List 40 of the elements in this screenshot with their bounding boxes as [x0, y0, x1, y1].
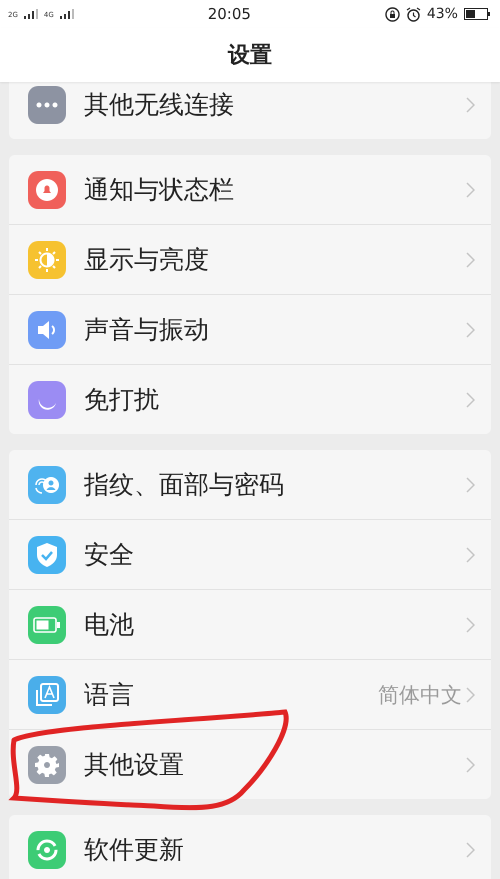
setting-label[interactable]: 其他设置: [84, 748, 466, 781]
more-icon: [28, 86, 66, 124]
language-icon: [28, 676, 66, 714]
chevron-icon: [466, 96, 475, 112]
setting-label[interactable]: 语言: [84, 678, 378, 711]
setting-label[interactable]: 其他无线连接: [84, 88, 466, 121]
speaker-icon: [28, 310, 66, 348]
clock-time: 20:05: [208, 5, 251, 23]
moon-icon: [28, 380, 66, 418]
setting-label[interactable]: 指纹、面部与密码: [84, 468, 466, 501]
chevron-icon: [466, 476, 475, 492]
battery-percent: 43%: [426, 6, 458, 22]
chevron-icon: [466, 546, 475, 562]
chevron-icon: [466, 756, 475, 772]
chevron-icon: [466, 182, 475, 198]
signal-icon: [24, 9, 38, 19]
shield-icon: [28, 536, 66, 574]
page-title: 设置: [228, 42, 272, 70]
setting-label[interactable]: 声音与振动: [84, 313, 466, 346]
sun-icon: [28, 240, 66, 278]
battery-icon: [28, 606, 66, 644]
setting-label[interactable]: 软件更新: [84, 833, 466, 866]
signal-icon: [60, 9, 74, 19]
chevron-icon: [466, 252, 475, 268]
setting-label[interactable]: 电池: [84, 608, 466, 641]
setting-label[interactable]: 安全: [84, 538, 466, 571]
chevron-icon: [466, 686, 475, 702]
bell-icon: [28, 170, 66, 208]
rotation-lock-icon: [384, 6, 400, 22]
battery-icon: [464, 8, 490, 20]
chevron-icon: [466, 392, 475, 408]
setting-label[interactable]: 通知与状态栏: [84, 173, 466, 206]
chevron-icon: [466, 842, 475, 858]
setting-label[interactable]: 免打扰: [84, 383, 466, 416]
gear-icon: [28, 746, 66, 784]
chevron-icon: [466, 322, 475, 338]
chevron-icon: [466, 616, 475, 632]
alarm-icon: [406, 6, 421, 22]
setting-label[interactable]: 显示与亮度: [84, 243, 466, 276]
setting-value: 简体中文: [378, 682, 462, 708]
